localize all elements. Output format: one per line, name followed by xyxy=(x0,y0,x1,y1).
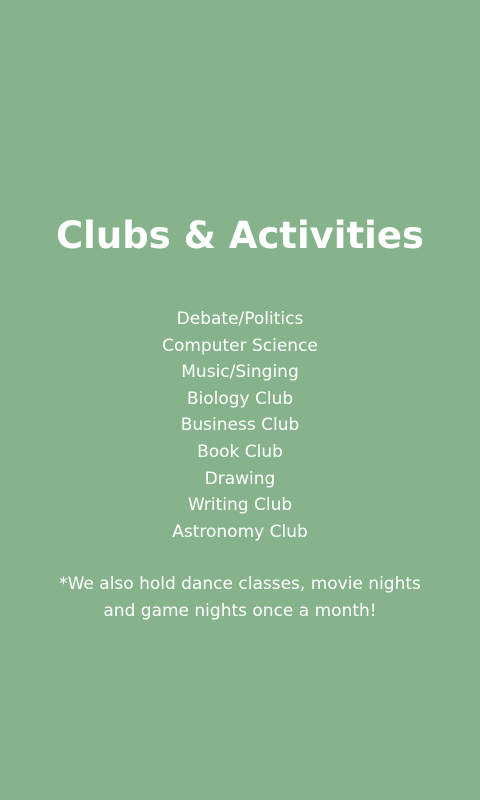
list-item: Music/Singing xyxy=(181,362,299,383)
note-line-1: *We also hold dance classes, movie night… xyxy=(59,574,421,594)
list-item: Computer Science xyxy=(162,335,318,356)
list-item: Book Club xyxy=(197,441,283,462)
clubs-activities-page: Clubs & Activities Debate/Politics Compu… xyxy=(0,0,480,800)
list-item: Astronomy Club xyxy=(172,521,308,542)
list-item: Drawing xyxy=(204,468,276,489)
activities-note: *We also hold dance classes, movie night… xyxy=(40,571,440,625)
list-item: Writing Club xyxy=(187,495,293,516)
note-line-2: and game nights once a month! xyxy=(103,601,377,621)
clubs-list: Debate/Politics Computer Science Music/S… xyxy=(0,306,480,545)
list-item: Biology Club xyxy=(186,388,294,409)
list-item: Business Club xyxy=(180,415,300,436)
list-item: Debate/Politics xyxy=(176,309,304,329)
page-title: Clubs & Activities xyxy=(56,214,424,257)
